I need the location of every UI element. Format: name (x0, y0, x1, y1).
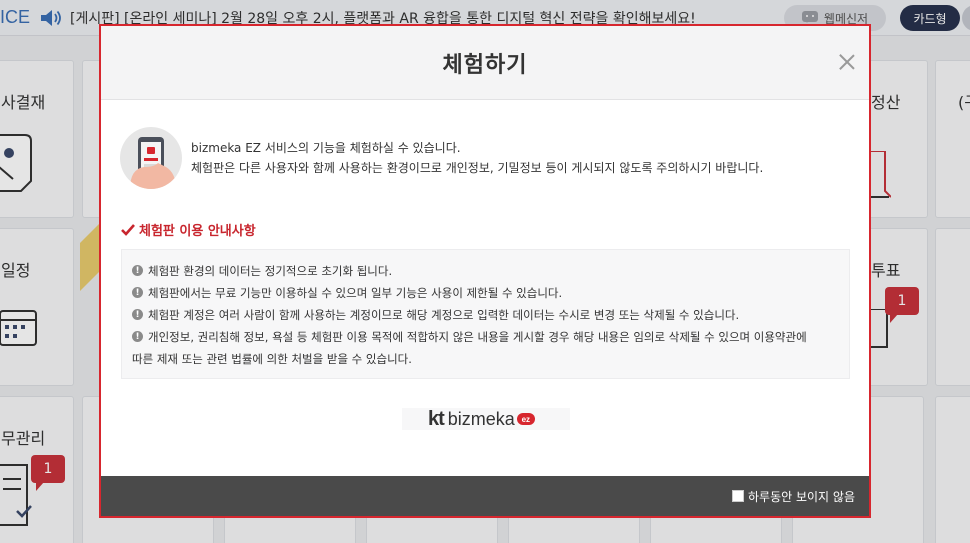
notice-item-text: 체험판 계정은 여러 사람이 함께 사용하는 계정이므로 해당 계정으로 입력한… (148, 308, 740, 322)
dismiss-today-checkbox[interactable]: 하루동안 보이지 않음 (732, 488, 855, 505)
close-icon[interactable] (837, 52, 857, 72)
intro: bizmeka EZ 서비스의 기능을 체험하실 수 있습니다. 체험판은 다른… (120, 127, 763, 189)
modal-title: 체험하기 (442, 52, 528, 78)
modal-footer: 하루동안 보이지 않음 (101, 476, 869, 516)
logo-ez-badge: ez (516, 413, 535, 425)
trial-modal: 체험하기 bizmeka EZ 서비스의 기능을 체험하실 수 있습니다. 체험… (99, 24, 871, 518)
logo-bizmeka: bizmeka (447, 408, 515, 429)
dismiss-today-label: 하루동안 보이지 않음 (748, 489, 855, 504)
notice-item: ! 체험판에서는 무료 기능만 이용하실 수 있으며 일부 기능은 사용이 제한… (132, 282, 839, 304)
checkbox-icon[interactable] (732, 490, 744, 502)
phone-icon (120, 127, 182, 189)
notice-continuation-text: 따른 제재 또는 관련 법률에 의한 처벌을 받을 수 있습니다. (132, 352, 412, 366)
guide-section-title: 체험판 이용 안내사항 (121, 220, 256, 239)
intro-line-1: bizmeka EZ 서비스의 기능을 체험하실 수 있습니다. (191, 141, 461, 155)
modal-header: 체험하기 (101, 26, 869, 100)
notice-item: ! 개인정보, 권리침해 정보, 욕설 등 체험판 이용 목적에 적합하지 않은… (132, 326, 839, 348)
guide-section-label: 체험판 이용 안내사항 (139, 224, 256, 239)
intro-line-2: 체험판은 다른 사용자와 함께 사용하는 환경이므로 개인정보, 기밀정보 등이… (191, 161, 764, 175)
info-icon: ! (132, 331, 143, 342)
notice-box: ! 체험판 환경의 데이터는 정기적으로 초기화 됩니다. ! 체험판에서는 무… (121, 249, 850, 379)
notice-item: ! 체험판 계정은 여러 사람이 함께 사용하는 계정이므로 해당 계정으로 입… (132, 304, 839, 326)
info-icon: ! (132, 265, 143, 276)
info-icon: ! (132, 287, 143, 298)
notice-item-continuation: 따른 제재 또는 관련 법률에 의한 처벌을 받을 수 있습니다. (132, 348, 839, 370)
logo-kt: kt (428, 407, 445, 430)
info-icon: ! (132, 309, 143, 320)
bizmeka-logo: kt bizmeka ez (402, 408, 570, 430)
notice-item: ! 체험판 환경의 데이터는 정기적으로 초기화 됩니다. (132, 260, 839, 282)
notice-item-text: 체험판에서는 무료 기능만 이용하실 수 있으며 일부 기능은 사용이 제한될 … (148, 286, 563, 300)
check-icon (121, 223, 135, 236)
notice-item-text: 개인정보, 권리침해 정보, 욕설 등 체험판 이용 목적에 적합하지 않은 내… (148, 330, 807, 344)
intro-text: bizmeka EZ 서비스의 기능을 체험하실 수 있습니다. 체험판은 다른… (191, 138, 763, 178)
notice-item-text: 체험판 환경의 데이터는 정기적으로 초기화 됩니다. (148, 264, 393, 278)
